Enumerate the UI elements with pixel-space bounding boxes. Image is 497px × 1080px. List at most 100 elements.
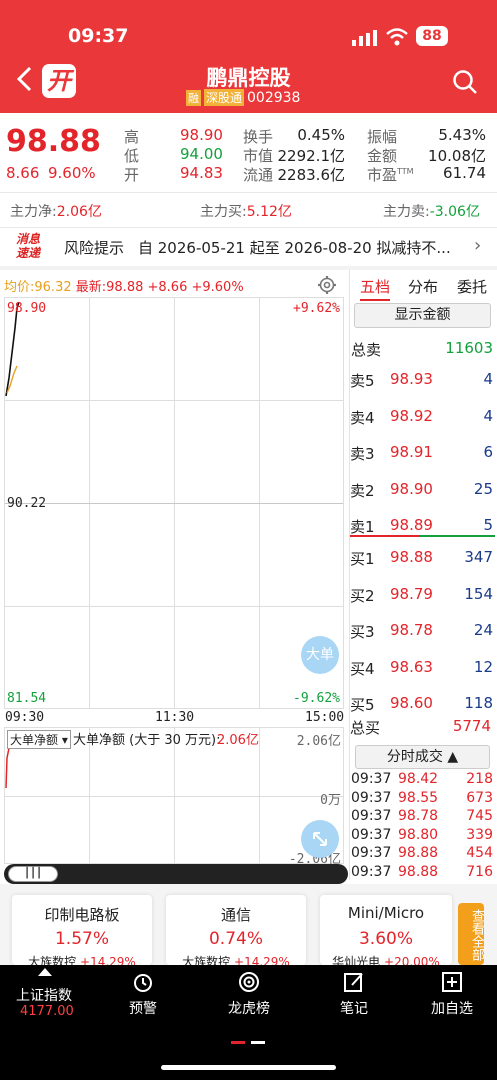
stock-code-row: 融 深股通 002938 (186, 89, 300, 106)
level-price: 98.92 (390, 406, 433, 425)
sector-card[interactable]: 通信 0.74% 大族数控 +14.29% (166, 895, 306, 965)
order-level-row[interactable]: 买2 98.79 154 (350, 585, 495, 607)
level-volume: 5 (483, 516, 493, 534)
sector-leader: 华灿光电 +20.00% (332, 955, 440, 965)
trade-volume: 339 (466, 826, 493, 843)
mcap-label: 市值 (243, 147, 274, 165)
turnover-label: 换手 (243, 128, 274, 146)
sector-leader: 大族数控 +14.29% (28, 955, 136, 965)
order-level-row[interactable]: 买3 98.78 24 (350, 621, 495, 643)
scroll-handle[interactable]: ┃┃┃ (8, 866, 58, 882)
nav-notes[interactable]: 笔记 (336, 970, 372, 1018)
edit-icon (344, 973, 363, 992)
float-value: 2283.6亿 (277, 166, 346, 184)
nav-alert[interactable]: 预警 (123, 970, 163, 1018)
total-buy-value: 5774 (452, 717, 491, 735)
order-level-row[interactable]: 买5 98.60 118 (350, 694, 495, 716)
expand-icon[interactable] (301, 820, 339, 858)
sector-card[interactable]: Mini/Micro 3.60% 华灿光电 +20.00% (320, 895, 452, 965)
amount-value: 10.08亿 (428, 147, 486, 165)
trade-volume: 673 (466, 789, 493, 806)
high-value: 98.90 (180, 126, 223, 144)
level-volume: 154 (464, 584, 493, 603)
level-price: 98.89 (390, 516, 433, 534)
big-order-button[interactable]: 大单 (301, 636, 339, 674)
main-buy: 主力买:5.12亿 (200, 204, 292, 220)
main-sell: 主力卖:-3.06亿 (383, 204, 480, 220)
level-volume: 4 (483, 370, 493, 388)
alarm-icon (134, 974, 152, 992)
order-level-row[interactable]: 卖3 98.91 6 (350, 443, 495, 465)
intraday-chart[interactable]: 98.90 +9.62% 90.22 81.54 -9.62% 大单 (4, 297, 344, 709)
order-level-row[interactable]: 卖2 98.90 25 (350, 480, 495, 502)
order-level-row[interactable]: 买4 98.63 12 (350, 658, 495, 680)
news-bar[interactable]: 消息 速递 风险提示 自 2026-05-21 起至 2026-08-20 拟减持… (0, 228, 497, 266)
order-level-row[interactable]: 买1 98.88 347 (350, 548, 495, 570)
level-price: 98.63 (390, 657, 433, 676)
trade-time: 09:37 (351, 808, 392, 824)
page-indicator-active (231, 1041, 245, 1044)
level-label: 卖4 (350, 408, 375, 427)
stock-code: 002938 (247, 89, 301, 106)
big-order-chart[interactable]: 大单净额 ▾ 大单净额 (大于 30 万元): 2.06亿 2.06亿 0万 -… (4, 727, 344, 867)
y-tick-zero: 0万 (320, 793, 341, 808)
trade-price: 98.88 (398, 863, 439, 880)
trade-row: 09:37 98.55 673 (351, 790, 494, 808)
index-name[interactable]: 上证指数 (16, 985, 72, 1005)
indicator-value: 2.06亿 (217, 733, 259, 748)
sgt-badge: 深股通 (204, 89, 245, 106)
trade-price: 98.78 (398, 808, 439, 824)
high-label: 高 (124, 128, 140, 146)
index-value: 4177.00 (20, 1004, 74, 1019)
show-amount-button[interactable]: 显示金额 (354, 303, 491, 328)
sector-name: Mini/Micro (347, 904, 425, 922)
pe-value: 61.74 (443, 164, 486, 182)
level-volume: 24 (473, 621, 493, 639)
open-label: 开 (124, 166, 140, 184)
trade-time: 09:37 (351, 789, 392, 806)
gear-icon[interactable] (317, 275, 337, 299)
trade-time: 09:37 (351, 826, 392, 843)
status-time: 09:37 (68, 25, 129, 47)
news-logo: 消息 速递 (16, 232, 41, 260)
level-price: 98.90 (390, 479, 433, 498)
y-tick-high-pct: +9.62% (293, 301, 340, 316)
tab-five-levels[interactable]: 五档 (360, 276, 391, 301)
nav-add-watchlist[interactable]: 加自选 (428, 970, 476, 1018)
last-price: 98.88 (6, 124, 101, 159)
level-volume: 25 (473, 479, 493, 498)
x-tick-close: 15:00 (305, 710, 345, 725)
view-all-button[interactable]: 查看全部 (458, 903, 484, 965)
sector-card[interactable]: 印制电路板 1.57% 大族数控 +14.29% (12, 895, 152, 965)
float-label: 流通 (243, 166, 274, 184)
tick-trades-button[interactable]: 分时成交 ▲ (355, 745, 490, 769)
sector-name: 印制电路板 (44, 906, 120, 924)
level-price: 98.88 (390, 548, 433, 566)
chart-scrollbar[interactable]: ┃┃┃ (4, 864, 348, 884)
spread-line-green (420, 535, 495, 537)
amplitude-label: 振幅 (367, 128, 398, 146)
indicator-selector[interactable]: 大单净额 ▾ (7, 730, 71, 749)
page-indicator (251, 1041, 265, 1044)
nav-dragon-tiger[interactable]: 龙虎榜 (224, 970, 274, 1018)
trade-row: 09:37 98.88 716 (351, 864, 494, 882)
index-arrow-icon (38, 968, 52, 976)
sector-pct: 0.74% (208, 929, 263, 949)
tab-entrust[interactable]: 委托 (457, 276, 487, 297)
news-text: 自 2026-05-21 起至 2026-08-20 拟减持不... (138, 239, 451, 257)
level-label: 买2 (350, 586, 375, 605)
tab-distribution[interactable]: 分布 (408, 276, 438, 297)
order-level-row[interactable]: 卖4 98.92 4 (350, 407, 495, 429)
order-level-row[interactable]: 卖5 98.93 4 (350, 370, 495, 392)
price-change-pct: 9.60% (48, 164, 96, 182)
trade-volume: 218 (466, 771, 493, 787)
target-icon (239, 972, 259, 992)
wifi-icon (386, 28, 408, 50)
trade-volume: 454 (466, 845, 493, 861)
chart-info: 均价:96.32 最新:98.88 +8.66 +9.60% (4, 280, 244, 295)
margin-badge: 融 (186, 89, 201, 106)
y-tick-low-pct: -9.62% (293, 691, 340, 706)
signal-icon (352, 30, 378, 50)
level-volume: 347 (464, 548, 493, 566)
search-icon[interactable] (452, 69, 478, 99)
